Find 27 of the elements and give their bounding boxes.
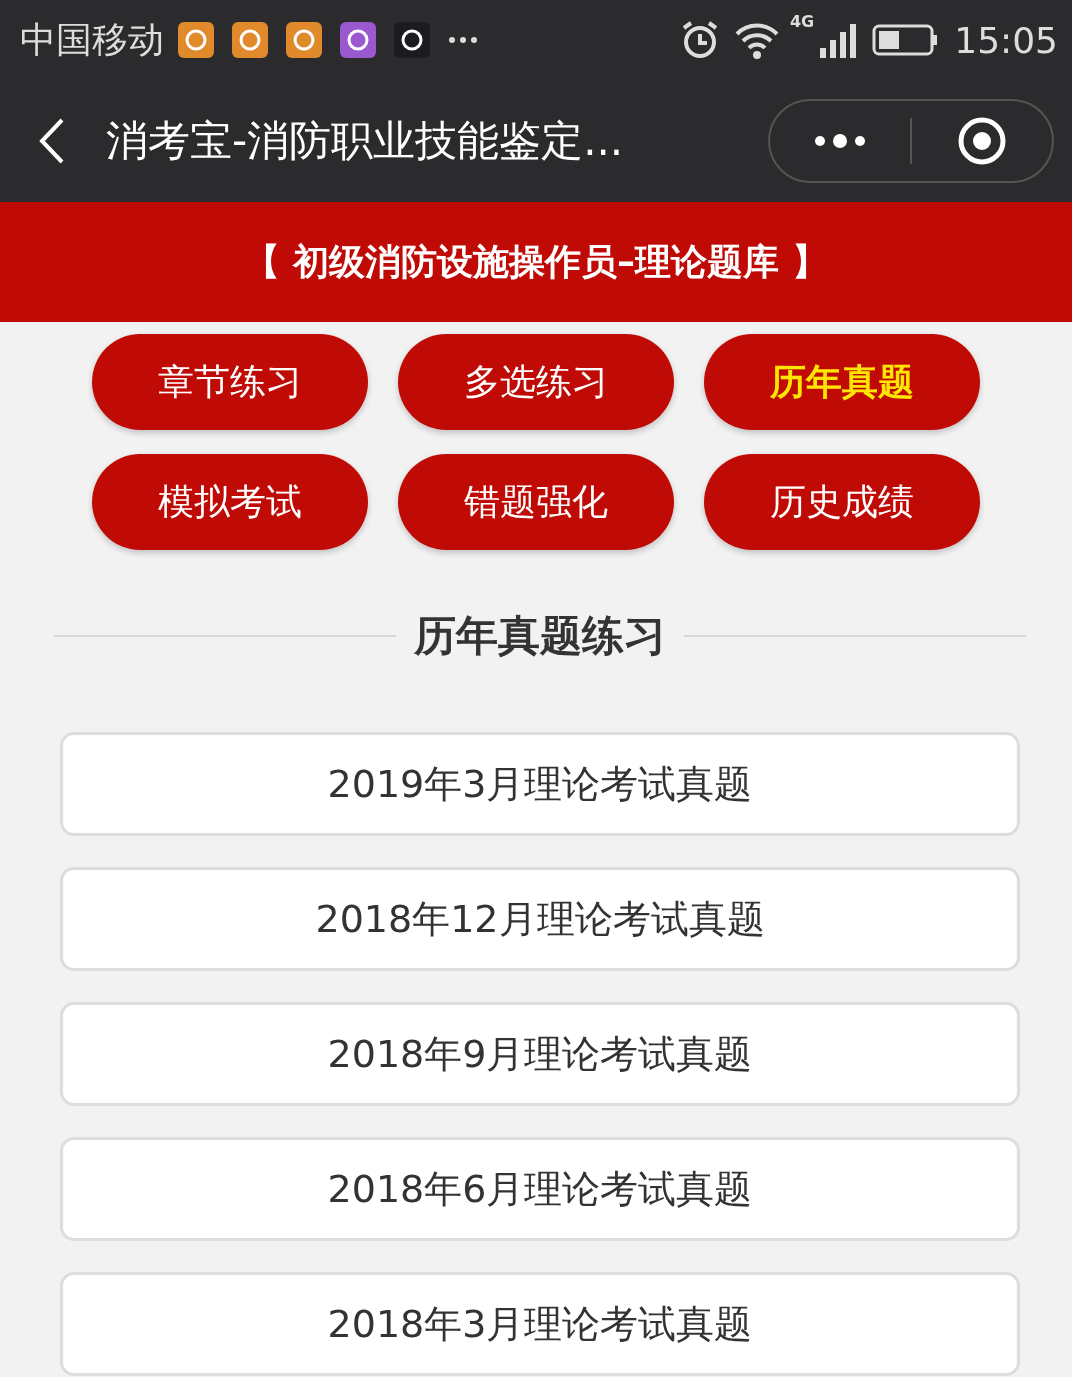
section-title: 历年真题练习 bbox=[414, 610, 666, 662]
more-icon bbox=[814, 134, 866, 148]
alarm-icon bbox=[680, 20, 720, 60]
exam-item[interactable]: 2019年3月理论考试真题 bbox=[60, 732, 1020, 836]
menu-button[interactable]: 模拟考试 bbox=[92, 454, 368, 550]
clock-time: 15:05 bbox=[954, 19, 1058, 61]
app-notification-icon bbox=[232, 22, 268, 58]
page-title: 消考宝-消防职业技能鉴定... bbox=[106, 115, 625, 167]
menu-button[interactable]: 历史成绩 bbox=[704, 454, 980, 550]
exam-item[interactable]: 2018年12月理论考试真题 bbox=[60, 867, 1020, 971]
app-notification-icon bbox=[286, 22, 322, 58]
carrier-name: 中国移动 bbox=[20, 17, 164, 62]
banner-title: 【 初级消防设施操作员–理论题库 】 bbox=[0, 202, 1072, 322]
exam-item[interactable]: 2018年6月理论考试真题 bbox=[60, 1137, 1020, 1241]
app-notification-icon bbox=[178, 22, 214, 58]
menu-button[interactable]: 历年真题 bbox=[704, 334, 980, 430]
menu-button[interactable]: 错题强化 bbox=[398, 454, 674, 550]
menu-button[interactable]: 多选练习 bbox=[398, 334, 674, 430]
more-icon bbox=[448, 36, 478, 44]
exam-item[interactable]: 2018年9月理论考试真题 bbox=[60, 1002, 1020, 1106]
menu-button[interactable]: 章节练习 bbox=[92, 334, 368, 430]
network-type: 4G bbox=[790, 12, 815, 31]
back-icon[interactable] bbox=[38, 117, 66, 165]
target-icon bbox=[957, 116, 1007, 166]
app-notification-icon bbox=[394, 22, 430, 58]
app-notification-icon bbox=[340, 22, 376, 58]
exam-item[interactable]: 2018年3月理论考试真题 bbox=[60, 1272, 1020, 1376]
